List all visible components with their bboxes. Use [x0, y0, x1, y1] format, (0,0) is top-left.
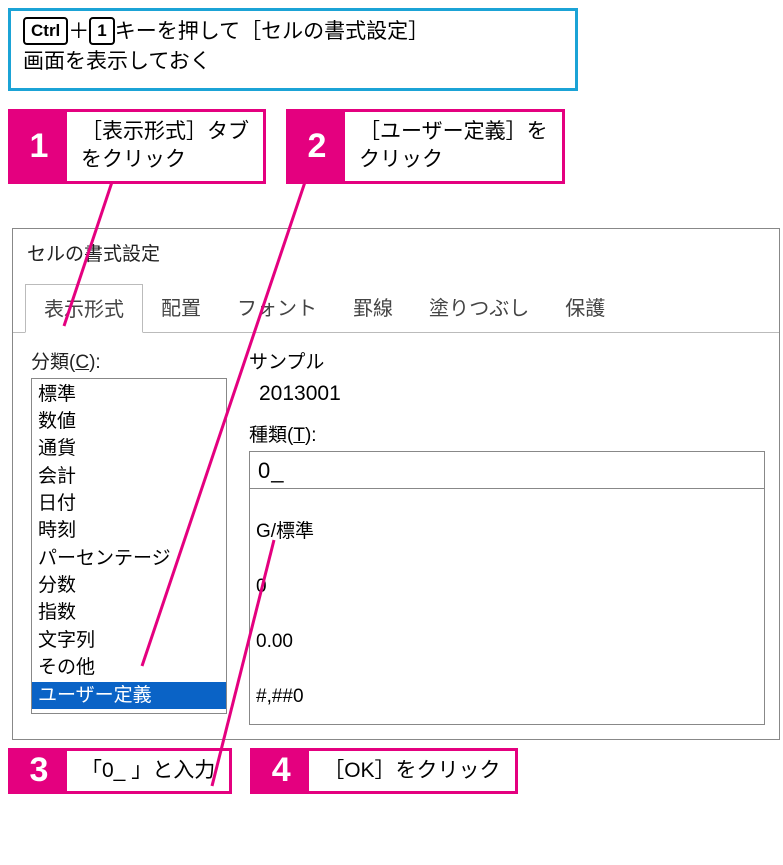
- callout-2-line1: ［ユーザー定義］を: [359, 120, 548, 143]
- tab-fill[interactable]: 塗りつぶし: [411, 284, 547, 332]
- callouts-top-row: 1 ［表示形式］タブ をクリック 2 ［ユーザー定義］を クリック: [8, 109, 775, 184]
- category-item-time[interactable]: 時刻: [32, 517, 226, 544]
- category-item-custom[interactable]: ユーザー定義: [32, 682, 226, 709]
- tab-font[interactable]: フォント: [219, 284, 335, 332]
- format-item[interactable]: #,##0: [256, 683, 758, 711]
- tab-number-format[interactable]: 表示形式: [25, 284, 143, 333]
- callout-1-line1: ［表示形式］タブ: [81, 120, 249, 143]
- tab-body: 分類(C): 標準 数値 通貨 会計 日付 時刻 パーセンテージ 分数 指数 文…: [13, 332, 779, 739]
- format-item[interactable]: 0: [256, 573, 758, 601]
- format-cells-dialog: セルの書式設定 表示形式 配置 フォント 罫線 塗りつぶし 保護 分類(C): …: [12, 228, 780, 740]
- category-listbox[interactable]: 標準 数値 通貨 会計 日付 時刻 パーセンテージ 分数 指数 文字列 その他 …: [31, 378, 227, 714]
- type-input[interactable]: [249, 451, 765, 489]
- callout-1-number: 1: [11, 112, 67, 181]
- keycap-1: 1: [89, 17, 114, 45]
- plus-sign: ＋: [68, 20, 89, 43]
- callout-1: 1 ［表示形式］タブ をクリック: [8, 109, 266, 184]
- category-item-text[interactable]: 文字列: [32, 627, 226, 654]
- callout-4-text: ［OK］をクリック: [309, 751, 514, 791]
- intro-instruction: Ctrl＋1キーを押して［セルの書式設定］ 画面を表示しておく: [8, 8, 578, 91]
- category-item-scientific[interactable]: 指数: [32, 599, 226, 626]
- type-label: 種類(T):: [249, 420, 765, 447]
- category-item-fraction[interactable]: 分数: [32, 572, 226, 599]
- dialog-title: セルの書式設定: [13, 229, 779, 270]
- tab-protection[interactable]: 保護: [547, 284, 623, 332]
- intro-line2: 画面を表示しておく: [23, 50, 211, 73]
- callout-3-number: 3: [11, 751, 67, 791]
- format-item[interactable]: 0.00: [256, 628, 758, 656]
- category-item-number[interactable]: 数値: [32, 408, 226, 435]
- tab-border[interactable]: 罫線: [335, 284, 411, 332]
- callout-2: 2 ［ユーザー定義］を クリック: [286, 109, 565, 184]
- callout-2-number: 2: [289, 112, 345, 181]
- format-code-listbox[interactable]: G/標準 0 0.00 #,##0 #,##0.00 _ * #,##0_ ;_…: [249, 489, 765, 725]
- callout-1-line2: をクリック: [81, 148, 186, 171]
- sample-value: 2013001: [249, 376, 765, 420]
- category-item-currency[interactable]: 通貨: [32, 435, 226, 462]
- callouts-bottom-row: 3 「0_ 」と入力 4 ［OK］をクリック: [8, 748, 775, 794]
- sample-label: サンプル: [249, 347, 765, 374]
- callout-3-text: 「0_ 」と入力: [67, 751, 229, 791]
- format-item[interactable]: G/標準: [256, 518, 758, 546]
- callout-3: 3 「0_ 」と入力: [8, 748, 232, 794]
- category-column: 分類(C): 標準 数値 通貨 会計 日付 時刻 パーセンテージ 分数 指数 文…: [31, 347, 227, 725]
- intro-line1-rest: キーを押して［セルの書式設定］: [115, 20, 429, 43]
- callout-2-text: ［ユーザー定義］を クリック: [345, 112, 562, 181]
- category-label: 分類(C):: [31, 347, 227, 374]
- callout-4-number: 4: [253, 751, 309, 791]
- category-item-percentage[interactable]: パーセンテージ: [32, 545, 226, 572]
- tab-alignment[interactable]: 配置: [143, 284, 219, 332]
- callout-4: 4 ［OK］をクリック: [250, 748, 517, 794]
- dialog-tabs: 表示形式 配置 フォント 罫線 塗りつぶし 保護: [13, 270, 779, 332]
- category-item-standard[interactable]: 標準: [32, 381, 226, 408]
- keycap-ctrl: Ctrl: [23, 17, 68, 45]
- details-column: サンプル 2013001 種類(T): G/標準 0 0.00 #,##0 #,…: [249, 347, 765, 725]
- callout-1-text: ［表示形式］タブ をクリック: [67, 112, 263, 181]
- category-item-date[interactable]: 日付: [32, 490, 226, 517]
- callout-2-line2: クリック: [359, 148, 443, 171]
- category-item-accounting[interactable]: 会計: [32, 463, 226, 490]
- category-item-other[interactable]: その他: [32, 654, 226, 681]
